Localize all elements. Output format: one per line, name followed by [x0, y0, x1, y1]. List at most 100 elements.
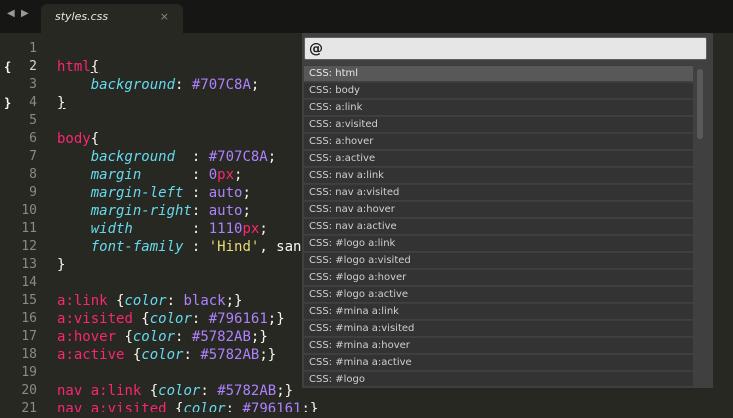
- code-token: black: [183, 293, 226, 309]
- code-token: {: [132, 311, 150, 327]
- line-number-gutter: 1 2 3 4 5 6 7 8 9 10 11 12 13 14 15 16 17 18 19 20 21{}: [0, 33, 50, 416]
- symbol-result-item[interactable]: CSS: html: [304, 65, 693, 81]
- tab-styles-css[interactable]: styles.css ×: [41, 4, 183, 33]
- line-number: 16: [21, 311, 37, 326]
- code-token: {: [90, 59, 100, 75]
- code-token: :: [141, 167, 209, 183]
- code-token: nav: [57, 383, 91, 399]
- code-token: body: [57, 131, 91, 147]
- code-token: :: [183, 185, 209, 201]
- code-token: width: [90, 221, 133, 237]
- code-line: }: [57, 256, 65, 274]
- code-token: }: [57, 95, 66, 111]
- code-token: 1110: [208, 221, 243, 237]
- line-number: 14: [21, 275, 37, 290]
- symbol-result-item[interactable]: CSS: nav a:visited: [304, 184, 693, 200]
- code-token: {: [141, 383, 159, 399]
- code-token: #707C8A: [191, 77, 251, 93]
- code-token: 0: [208, 167, 218, 183]
- code-token: {: [166, 401, 184, 412]
- symbol-result-item[interactable]: CSS: #mina a:hover: [304, 337, 693, 353]
- fold-marker-icon[interactable]: {: [4, 58, 11, 76]
- symbol-result-item[interactable]: CSS: a:visited: [304, 116, 693, 132]
- code-token: ;}: [259, 347, 277, 363]
- line-number: 7: [29, 149, 37, 164]
- code-token: ;: [250, 77, 260, 93]
- code-token: #5782AB: [191, 329, 251, 345]
- code-token: color: [141, 347, 184, 363]
- goto-symbol-panel: CSS: htmlCSS: bodyCSS: a:linkCSS: a:visi…: [302, 33, 713, 388]
- symbol-result-item[interactable]: CSS: a:active: [304, 150, 693, 166]
- symbol-result-item[interactable]: CSS: #logo a:link: [304, 235, 693, 251]
- code-token: {: [116, 329, 133, 345]
- tab-forward-icon[interactable]: ▶: [21, 8, 29, 19]
- line-number: 13: [21, 257, 37, 272]
- code-line: html{: [57, 58, 99, 76]
- code-line: width : 1110px;: [57, 220, 268, 238]
- code-token: ;: [242, 203, 251, 219]
- symbol-result-item[interactable]: CSS: #mina a:visited: [304, 320, 693, 336]
- code-token: margin-left: [90, 185, 184, 201]
- code-token: a: [90, 401, 100, 412]
- symbol-result-item[interactable]: CSS: #mina a:active: [304, 354, 693, 370]
- symbol-result-item[interactable]: CSS: body: [304, 82, 693, 98]
- code-line: margin-right: auto;: [57, 202, 251, 220]
- symbol-result-item[interactable]: CSS: #mina a:link: [304, 303, 693, 319]
- symbol-result-item[interactable]: CSS: #logo a:hover: [304, 269, 693, 285]
- line-number: 21: [21, 401, 37, 416]
- code-line: a:visited {color: #796161;}: [57, 310, 285, 328]
- code-token: :: [183, 347, 201, 363]
- symbol-result-item[interactable]: CSS: a:link: [304, 99, 693, 115]
- code-token: ;}: [267, 311, 285, 327]
- fold-marker-icon[interactable]: }: [4, 94, 11, 112]
- symbol-search-box[interactable]: [304, 37, 707, 60]
- code-token: nav: [57, 401, 91, 412]
- code-token: color: [183, 401, 226, 412]
- symbol-result-item[interactable]: CSS: #logo a:active: [304, 286, 693, 302]
- code-line: }: [57, 94, 65, 112]
- code-token: a: [90, 383, 100, 399]
- symbol-result-item[interactable]: CSS: nav a:hover: [304, 201, 693, 217]
- tab-back-icon[interactable]: ◀: [7, 8, 15, 19]
- symbol-result-item[interactable]: CSS: a:hover: [304, 133, 693, 149]
- code-token: margin-right: [90, 203, 192, 219]
- results-scrollbar-thumb[interactable]: [697, 69, 703, 139]
- code-token: color: [149, 311, 192, 327]
- tab-close-icon[interactable]: ×: [160, 10, 169, 23]
- symbol-result-item[interactable]: CSS: #logo a:visited: [304, 252, 693, 268]
- tab-bar: ◀ ▶ styles.css ×: [0, 0, 733, 33]
- code-token: :: [183, 239, 209, 255]
- code-token: :: [175, 149, 209, 165]
- line-number: 12: [21, 239, 37, 254]
- symbol-result-item[interactable]: CSS: nav a:active: [304, 218, 693, 234]
- code-token: :: [132, 221, 209, 237]
- results-scrollbar[interactable]: [695, 67, 705, 385]
- code-token: {: [90, 131, 100, 147]
- code-token: ;}: [225, 293, 243, 309]
- code-token: :: [225, 401, 243, 412]
- code-token: color: [158, 383, 201, 399]
- code-token: background: [90, 77, 176, 93]
- line-number: 8: [29, 167, 37, 182]
- code-line: nav a:link {color: #5782AB;}: [57, 382, 293, 400]
- line-number: 3: [29, 77, 37, 92]
- code-token: :link: [65, 293, 108, 309]
- code-token: px: [242, 221, 260, 237]
- code-line: margin-left : auto;: [57, 184, 251, 202]
- symbol-result-item[interactable]: CSS: nav a:link: [304, 167, 693, 183]
- line-number: 6: [29, 131, 37, 146]
- code-token: ;: [267, 149, 277, 165]
- code-line: background : #707C8A;: [57, 148, 276, 166]
- code-token: ;}: [276, 383, 294, 399]
- symbol-search-input[interactable]: [309, 38, 694, 60]
- symbol-results-list: CSS: html CSS: body CSS: a:link CSS: a:visi…: [304, 65, 693, 386]
- code-line: font-family : 'Hind', sans-: [57, 238, 319, 256]
- symbol-result-item[interactable]: CSS: #logo: [304, 371, 693, 386]
- line-number: 18: [21, 347, 37, 362]
- code-token: #5782AB: [217, 383, 277, 399]
- code-token: auto: [208, 185, 243, 201]
